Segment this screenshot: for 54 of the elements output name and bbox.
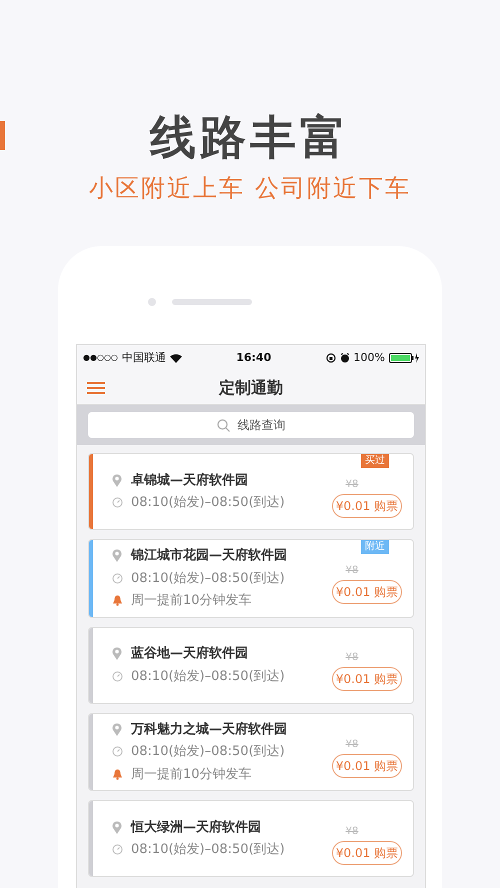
original-price: ¥8 — [346, 740, 358, 750]
speaker-icon — [172, 299, 252, 305]
clock-icon — [111, 572, 123, 584]
bell-icon — [111, 768, 123, 780]
route-time: 08:10(始发)–08:50(到达) — [131, 494, 285, 512]
route-time: 08:10(始发)–08:50(到达) — [131, 570, 285, 588]
original-price: ¥8 — [346, 480, 358, 490]
location-pin-icon — [111, 820, 123, 834]
route-card[interactable]: 恒大绿洲—天府软件园 08:10(始发)–08:50(到达) ¥8 ¥0.01 购票 — [88, 800, 414, 877]
route-name: 万科魅力之城—天府软件园 — [131, 720, 287, 738]
clock-icon — [111, 670, 123, 682]
route-tag: 买过 — [361, 454, 389, 468]
clock-time: 16:40 — [236, 350, 272, 366]
bell-icon — [111, 595, 123, 606]
location-pin-icon — [111, 722, 123, 736]
location-pin-icon — [111, 647, 123, 660]
route-name: 锦江城市花园—天府软件园 — [131, 546, 287, 565]
location-pin-icon — [111, 549, 123, 562]
menu-icon[interactable] — [87, 382, 105, 394]
battery-icon — [389, 353, 419, 363]
location-pin-icon — [111, 474, 123, 487]
route-name: 卓锦城—天府软件园 — [131, 472, 248, 490]
route-time: 08:10(始发)–08:50(到达) — [131, 668, 285, 686]
page-subtitle: 小区附近上车 公司附近下车 — [89, 176, 411, 200]
search-placeholder: 线路查询 — [238, 417, 286, 434]
original-price: ¥8 — [346, 653, 358, 663]
wifi-icon — [170, 354, 182, 362]
carrier-name: 中国联通 — [122, 350, 166, 366]
clock-icon — [111, 746, 123, 758]
route-name: 恒大绿洲—天府软件园 — [131, 818, 261, 836]
route-card[interactable]: 蓝谷地—天府软件园 08:10(始发)–08:50(到达) ¥8 ¥0.01 购票 — [88, 626, 414, 704]
route-time: 08:10(始发)–08:50(到达) — [131, 743, 285, 761]
departure-reminder: 周一提前10分钟发车 — [131, 592, 252, 610]
camera-icon — [148, 298, 156, 306]
accent-bar — [0, 121, 5, 150]
rotation-lock-icon — [326, 353, 336, 363]
route-time: 08:10(始发)–08:50(到达) — [131, 841, 285, 859]
route-tag: 附近 — [361, 540, 389, 554]
route-card[interactable]: 买过 卓锦城—天府软件园 08:10(始发)–08:50(到达) ¥8 ¥0.01 购票 — [88, 453, 414, 530]
route-name: 蓝谷地—天府软件园 — [131, 644, 248, 663]
route-card[interactable]: 附近 锦江城市花园—天府软件园 08:10(始发)–08:50(到达) 周一提前10分钟发车 ¥8 ¥0.01 购票 — [88, 539, 414, 618]
page-title: 线路丰富 — [150, 114, 350, 160]
search-field[interactable]: 线路查询 — [88, 412, 414, 438]
screen-title: 定制通勤 — [219, 376, 283, 398]
departure-reminder: 周一提前10分钟发车 — [131, 766, 252, 784]
original-price: ¥8 — [346, 566, 358, 576]
original-price: ¥8 — [346, 826, 358, 836]
clock-icon — [111, 497, 123, 508]
alarm-icon — [340, 353, 350, 363]
signal-indicator: ●●○○○ — [83, 352, 118, 364]
search-icon — [216, 418, 230, 432]
route-card[interactable]: 万科魅力之城—天府软件园 08:10(始发)–08:50(到达) 周一提前10分钟发车 ¥8 ¥0.01 购票 — [88, 712, 414, 791]
battery-percent: 100% — [354, 350, 385, 366]
clock-icon — [111, 844, 123, 856]
